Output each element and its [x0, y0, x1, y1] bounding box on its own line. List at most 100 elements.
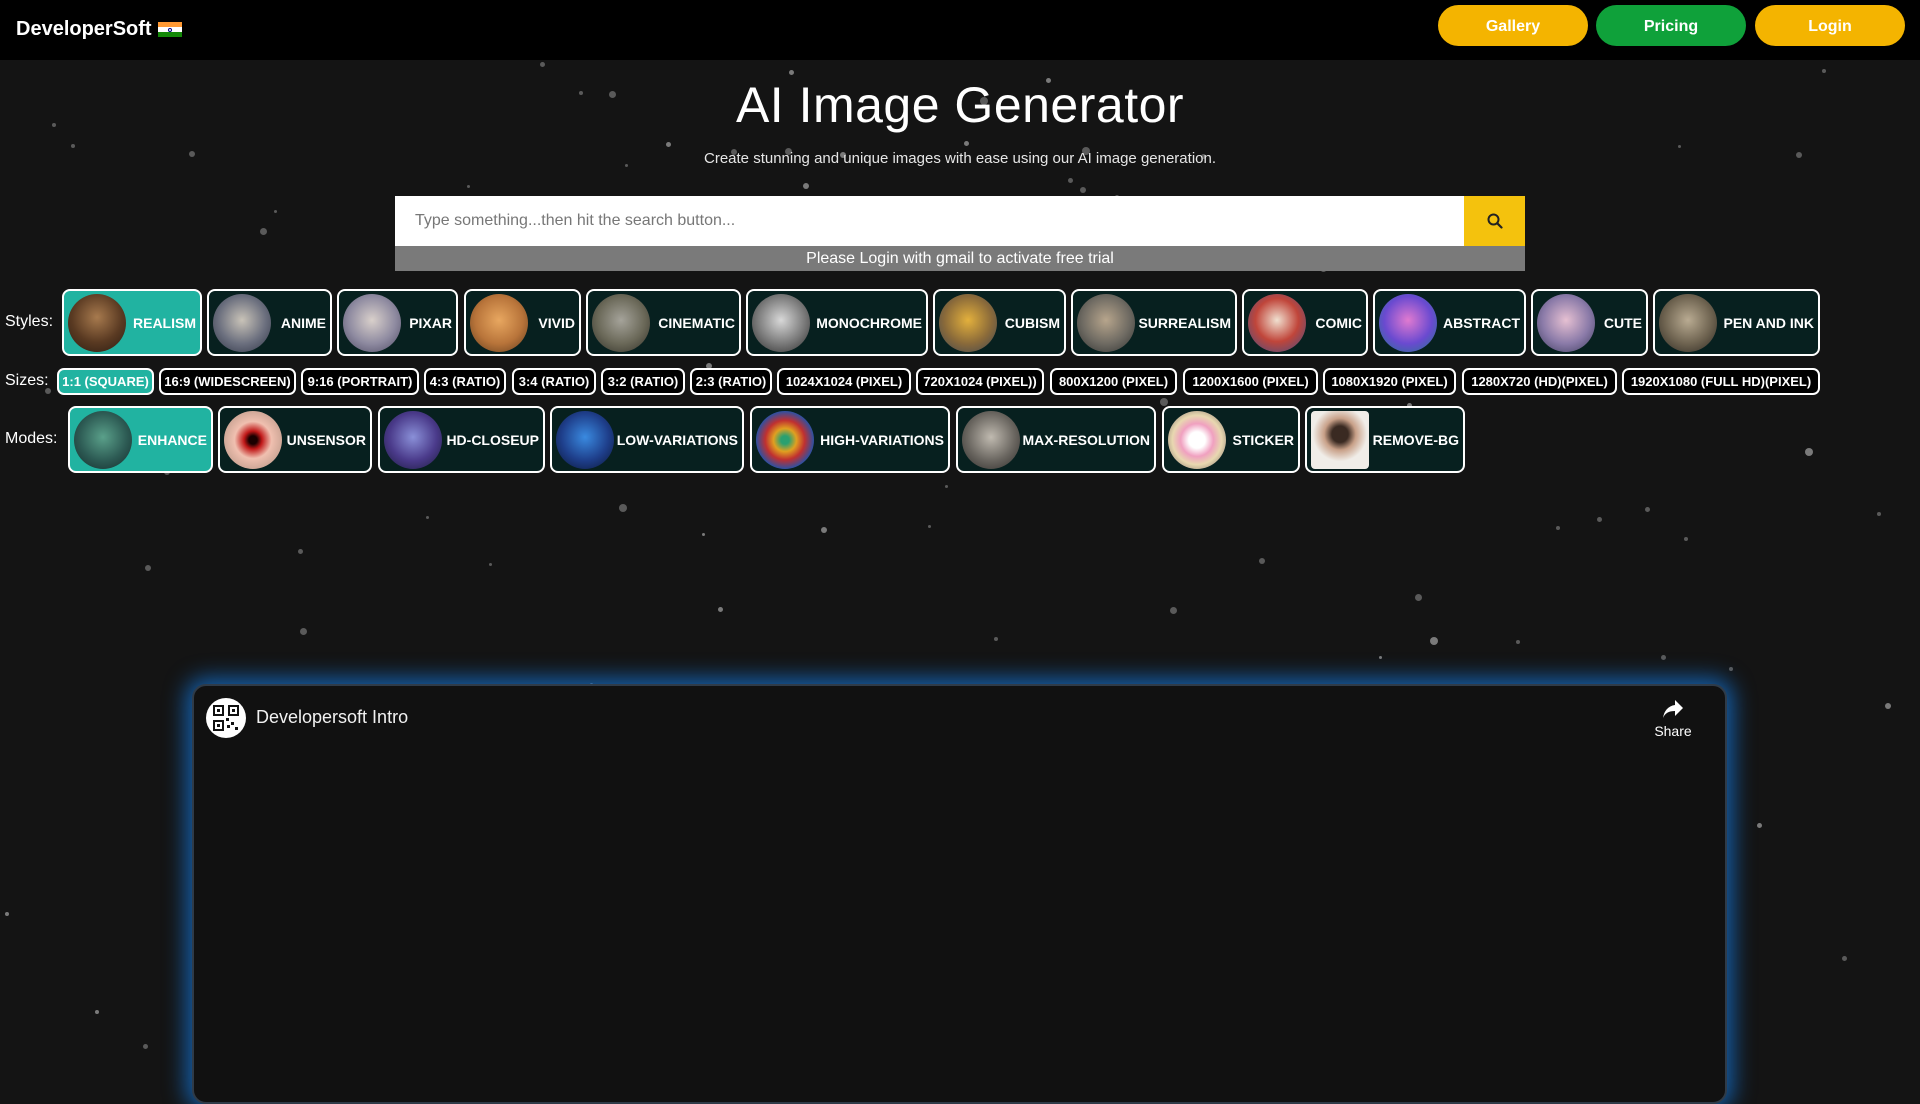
mode-label: HIGH-VARIATIONS — [820, 431, 944, 448]
style-label: PIXAR — [409, 314, 452, 331]
top-navbar: DeveloperSoft Gallery Pricing Login — [0, 0, 1920, 60]
style-chip-vivid[interactable]: VIVID — [464, 289, 581, 356]
size-chip-1-1-square[interactable]: 1:1 (SQUARE) — [57, 368, 154, 395]
mode-chip-high-variations[interactable]: HIGH-VARIATIONS — [750, 406, 950, 473]
star-dot — [1597, 517, 1602, 522]
style-chip-anime[interactable]: ANIME — [207, 289, 332, 356]
mode-chip-hd-closeup[interactable]: HD-CLOSEUP — [378, 406, 545, 473]
star-dot — [260, 228, 267, 235]
style-label: ABSTRACT — [1443, 314, 1520, 331]
brand-logo[interactable]: DeveloperSoft — [16, 18, 182, 41]
size-chip-2-3-ratio[interactable]: 2:3 (RATIO) — [690, 368, 772, 395]
surrealism-cat-thumbnail — [1077, 293, 1135, 352]
star-dot — [145, 565, 151, 571]
low-variations-thumbnail — [556, 410, 614, 469]
search-button[interactable] — [1464, 196, 1525, 246]
size-chip-1024x1024[interactable]: 1024X1024 (PIXEL) — [777, 368, 911, 395]
max-resolution-cat-thumbnail — [962, 410, 1020, 469]
pixar-cat-thumbnail — [343, 293, 401, 352]
style-chip-realism[interactable]: REALISM — [62, 289, 202, 356]
mode-chip-enhance[interactable]: ENHANCE — [68, 406, 213, 473]
share-arrow-icon — [1663, 700, 1683, 718]
pen-and-ink-cat-thumbnail — [1659, 293, 1717, 352]
star-dot — [143, 1044, 148, 1049]
login-button[interactable]: Login — [1755, 5, 1905, 46]
pricing-button[interactable]: Pricing — [1596, 5, 1746, 46]
star-dot — [702, 533, 705, 536]
star-dot — [1516, 640, 1520, 644]
style-label: SURREALISM — [1138, 314, 1231, 331]
style-label: CINEMATIC — [658, 314, 735, 331]
size-chip-9-16-portrait[interactable]: 9:16 (PORTRAIT) — [301, 368, 419, 395]
size-chip-1280x720-hd[interactable]: 1280X720 (HD)(PIXEL) — [1462, 368, 1617, 395]
sizes-label: Sizes: — [5, 372, 49, 389]
high-variations-mandala-thumbnail — [756, 410, 814, 469]
mode-chip-low-variations[interactable]: LOW-VARIATIONS — [550, 406, 744, 473]
star-dot — [1885, 703, 1891, 709]
star-dot — [1661, 655, 1666, 660]
style-label: VIVID — [538, 314, 575, 331]
style-label: REALISM — [133, 314, 196, 331]
star-dot — [1170, 607, 1177, 614]
mode-chip-unsensor[interactable]: UNSENSOR — [218, 406, 372, 473]
mode-chip-sticker[interactable]: STICKER — [1162, 406, 1300, 473]
size-chip-800x1200[interactable]: 800X1200 (PIXEL) — [1050, 368, 1177, 395]
star-dot — [718, 607, 723, 612]
page-subtitle: Create stunning and unique images with e… — [704, 150, 1216, 167]
style-label: CUTE — [1603, 314, 1642, 331]
qr-code-avatar-icon — [213, 705, 239, 731]
size-chip-4-3-ratio[interactable]: 4:3 (RATIO) — [424, 368, 506, 395]
star-dot — [945, 485, 948, 488]
star-dot — [1684, 537, 1688, 541]
star-dot — [1877, 512, 1881, 516]
star-dot — [994, 637, 998, 641]
share-label: Share — [1654, 723, 1692, 739]
star-dot — [95, 1010, 99, 1014]
star-dot — [540, 62, 545, 67]
style-label: PEN AND INK — [1723, 314, 1815, 331]
style-chip-pixar[interactable]: PIXAR — [337, 289, 458, 356]
size-chip-3-4-ratio[interactable]: 3:4 (RATIO) — [512, 368, 596, 395]
intro-video-player[interactable]: Developersoft Intro Share — [192, 684, 1727, 1104]
mode-chip-remove-bg[interactable]: REMOVE-BG — [1305, 406, 1465, 473]
style-chip-abstract[interactable]: ABSTRACT — [1373, 289, 1526, 356]
size-chip-1920x1080-full-hd[interactable]: 1920X1080 (FULL HD)(PIXEL) — [1622, 368, 1820, 395]
realism-cat-thumbnail — [68, 293, 126, 352]
style-chip-cinematic[interactable]: CINEMATIC — [586, 289, 741, 356]
star-dot — [1068, 178, 1073, 183]
size-chip-1080x1920[interactable]: 1080X1920 (PIXEL) — [1323, 368, 1456, 395]
style-chip-cute[interactable]: CUTE — [1531, 289, 1648, 356]
brand-name: DeveloperSoft — [16, 18, 152, 40]
star-dot — [1415, 594, 1422, 601]
channel-avatar[interactable] — [206, 698, 246, 738]
style-chip-pen-and-ink[interactable]: PEN AND INK — [1653, 289, 1820, 356]
star-dot — [666, 142, 671, 147]
style-label: CUBISM — [1004, 314, 1060, 331]
abstract-cat-thumbnail — [1379, 293, 1437, 352]
comic-cat-thumbnail — [1248, 293, 1306, 352]
gallery-button[interactable]: Gallery — [1438, 5, 1588, 46]
size-chip-1200x1600[interactable]: 1200X1600 (PIXEL) — [1183, 368, 1318, 395]
video-title[interactable]: Developersoft Intro — [256, 707, 408, 728]
size-chip-16-9-widescreen[interactable]: 16:9 (WIDESCREEN) — [159, 368, 296, 395]
star-dot — [1080, 187, 1086, 193]
star-dot — [71, 144, 75, 148]
star-dot — [789, 70, 794, 75]
anime-cat-thumbnail — [213, 293, 271, 352]
style-chip-cubism[interactable]: CUBISM — [933, 289, 1066, 356]
size-chip-3-2-ratio[interactable]: 3:2 (RATIO) — [601, 368, 685, 395]
share-button[interactable]: Share — [1649, 698, 1697, 739]
cute-cat-thumbnail — [1537, 293, 1595, 352]
page-title: AI Image Generator — [735, 77, 1185, 133]
enhance-circuit-thumbnail — [74, 410, 132, 469]
style-chip-monochrome[interactable]: MONOCHROME — [746, 289, 928, 356]
prompt-search-input[interactable] — [395, 196, 1464, 246]
mode-chip-max-resolution[interactable]: MAX-RESOLUTION — [956, 406, 1156, 473]
remove-bg-portrait-thumbnail — [1311, 410, 1369, 469]
star-dot — [274, 210, 277, 213]
style-chip-comic[interactable]: COMIC — [1242, 289, 1368, 356]
india-flag-icon — [157, 21, 182, 38]
styles-label: Styles: — [5, 313, 54, 330]
style-chip-surrealism[interactable]: SURREALISM — [1071, 289, 1237, 356]
size-chip-720x1024[interactable]: 720X1024 (PIXEL)) — [916, 368, 1044, 395]
